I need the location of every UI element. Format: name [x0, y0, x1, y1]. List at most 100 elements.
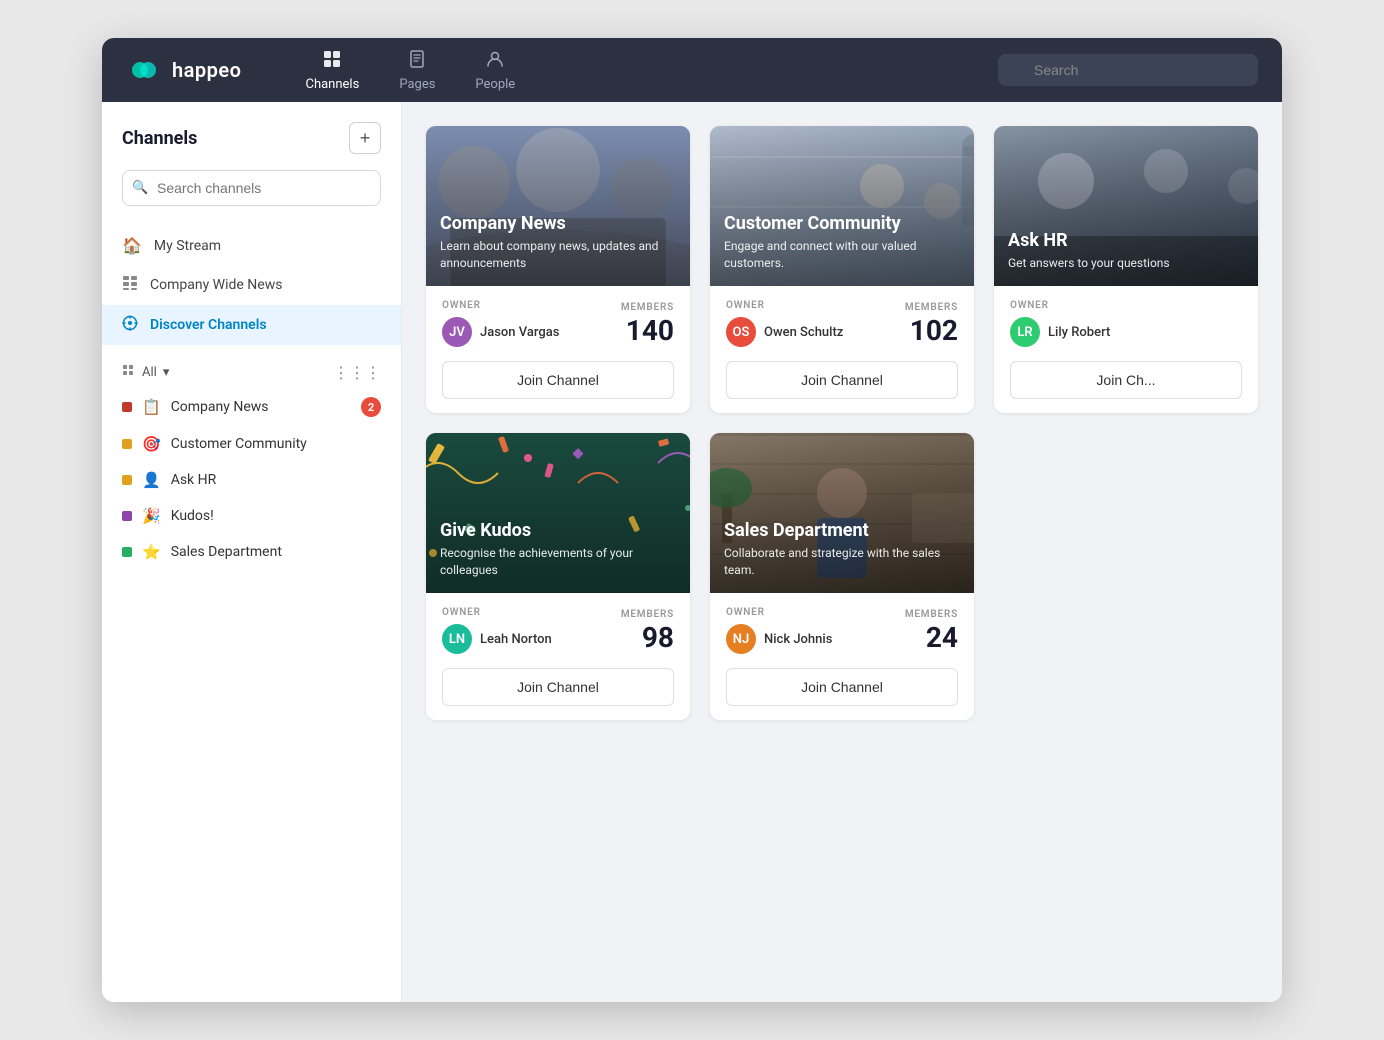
search-input[interactable]	[998, 54, 1258, 86]
channel-item-ask-hr[interactable]: 👤 Ask HR	[102, 462, 401, 498]
nav-item-channels[interactable]: Channels	[289, 41, 375, 100]
join-customer-community-button[interactable]: Join Channel	[726, 361, 958, 399]
dots-menu-icon[interactable]: ⋮⋮⋮	[333, 363, 381, 382]
channel-item-company-news[interactable]: 📋 Company News 2	[102, 388, 401, 426]
sales-image-text: Sales Department Collaborate and strateg…	[710, 506, 974, 593]
kudos-owner-avatar: LN	[442, 624, 472, 654]
channel-item-kudos[interactable]: 🎉 Kudos!	[102, 498, 401, 534]
join-kudos-button[interactable]: Join Channel	[442, 668, 674, 706]
ask-hr-image-text: Ask HR Get answers to your questions	[994, 216, 1258, 286]
sales-members-count: 24	[926, 624, 958, 652]
happeo-logo-icon	[126, 52, 162, 88]
nav-items: Channels Pages	[289, 41, 531, 100]
kudos-footer: OWNER LN Leah Norton MEMBERS 98	[426, 593, 690, 720]
search-wrapper: 🔍	[998, 54, 1258, 86]
company-news-footer: OWNER JV Jason Vargas MEMBERS 140	[426, 286, 690, 413]
customer-community-members-count: 102	[910, 317, 958, 345]
nav-item-pages[interactable]: Pages	[383, 41, 451, 100]
sales-emoji: ⭐	[142, 543, 161, 561]
company-news-label: Company News	[171, 399, 269, 415]
channel-item-sales-dept[interactable]: ⭐ Sales Department	[102, 534, 401, 570]
company-news-owner-info: JV Jason Vargas	[442, 317, 559, 347]
ask-hr-owner-info: LR Lily Robert	[1010, 317, 1110, 347]
customer-community-image-text: Customer Community Engage and connect wi…	[710, 199, 974, 286]
company-news-members-label: MEMBERS	[621, 302, 674, 313]
kudos-dot	[122, 511, 132, 521]
section-header: All ▾ ⋮⋮⋮	[102, 357, 401, 388]
channel-card-company-news[interactable]: Company News Learn about company news, u…	[426, 126, 690, 413]
sales-meta: OWNER NJ Nick Johnis MEMBERS 24	[726, 607, 958, 654]
sidebar-nav-my-stream[interactable]: 🏠 My Stream	[102, 226, 401, 265]
channel-card-ask-hr[interactable]: Ask HR Get answers to your questions OWN…	[994, 126, 1258, 413]
search-channels-container: 🔍	[122, 170, 381, 206]
kudos-owner: OWNER LN Leah Norton	[442, 607, 552, 654]
kudos-members: MEMBERS 98	[621, 609, 674, 652]
add-channel-button[interactable]: +	[349, 122, 381, 154]
company-news-owner: OWNER JV Jason Vargas	[442, 300, 559, 347]
company-news-meta: OWNER JV Jason Vargas MEMBERS 140	[442, 300, 674, 347]
card-image-company-news: Company News Learn about company news, u…	[426, 126, 690, 286]
sidebar: Channels + 🔍 🏠 My Stream	[102, 102, 402, 1002]
nav-item-people[interactable]: People	[459, 41, 531, 100]
sales-footer: OWNER NJ Nick Johnis MEMBERS 24	[710, 593, 974, 720]
channel-item-customer-community[interactable]: 🎯 Customer Community	[102, 426, 401, 462]
channel-card-sales[interactable]: Sales Department Collaborate and strateg…	[710, 433, 974, 720]
app-window: happeo Channels	[102, 38, 1282, 1002]
customer-community-meta: OWNER OS Owen Schultz MEMBERS 102	[726, 300, 958, 347]
sidebar-nav-company-wide[interactable]: Company Wide News	[102, 265, 401, 305]
kudos-image-text: Give Kudos Recognise the achievements of…	[426, 506, 690, 593]
customer-community-card-desc: Engage and connect with our valued custo…	[724, 238, 960, 272]
sidebar-nav-discover[interactable]: Discover Channels	[102, 305, 401, 345]
grid-icon	[122, 275, 138, 295]
kudos-owner-name: Leah Norton	[480, 632, 552, 647]
top-nav: happeo Channels	[102, 38, 1282, 102]
kudos-card-desc: Recognise the achievements of your colle…	[440, 545, 676, 579]
customer-community-owner-avatar: OS	[726, 317, 756, 347]
card-image-ask-hr: Ask HR Get answers to your questions	[994, 126, 1258, 286]
search-channels-wrapper: 🔍	[102, 170, 401, 226]
ask-hr-owner-name: Lily Robert	[1048, 325, 1110, 340]
channels-nav-label: Channels	[305, 77, 359, 92]
join-sales-button[interactable]: Join Channel	[726, 668, 958, 706]
sidebar-title: Channels	[122, 128, 197, 149]
customer-community-owner-label: OWNER	[726, 300, 843, 311]
sales-owner: OWNER NJ Nick Johnis	[726, 607, 832, 654]
ask-hr-card-desc: Get answers to your questions	[1008, 255, 1244, 272]
people-icon	[485, 49, 505, 74]
people-nav-label: People	[475, 77, 515, 92]
join-ask-hr-button[interactable]: Join Ch...	[1010, 361, 1242, 399]
pages-icon	[407, 49, 427, 74]
search-bar-container: 🔍	[998, 54, 1258, 86]
company-news-dot	[122, 402, 132, 412]
company-news-members: MEMBERS 140	[621, 302, 674, 345]
channel-card-customer-community[interactable]: Customer Community Engage and connect wi…	[710, 126, 974, 413]
company-news-owner-avatar: JV	[442, 317, 472, 347]
kudos-meta: OWNER LN Leah Norton MEMBERS 98	[442, 607, 674, 654]
join-company-news-button[interactable]: Join Channel	[442, 361, 674, 399]
filter-dropdown-icon: ▾	[163, 365, 170, 380]
company-news-card-name: Company News	[440, 213, 676, 234]
channel-card-give-kudos[interactable]: Give Kudos Recognise the achievements of…	[426, 433, 690, 720]
company-news-owner-name: Jason Vargas	[480, 325, 559, 340]
kudos-members-label: MEMBERS	[621, 609, 674, 620]
ask-hr-footer: OWNER LR Lily Robert Join Ch...	[994, 286, 1258, 413]
sales-card-desc: Collaborate and strategize with the sale…	[724, 545, 960, 579]
ask-hr-card-name: Ask HR	[1008, 230, 1244, 251]
sidebar-divider	[102, 345, 401, 357]
ask-hr-owner-label: OWNER	[1010, 300, 1110, 311]
discover-icon	[122, 315, 138, 335]
kudos-emoji: 🎉	[142, 507, 161, 525]
sales-members-label: MEMBERS	[905, 609, 958, 620]
customer-community-owner-name: Owen Schultz	[764, 325, 843, 340]
customer-community-owner-info: OS Owen Schultz	[726, 317, 843, 347]
customer-community-dot	[122, 439, 132, 449]
search-channels-input[interactable]	[122, 170, 381, 206]
logo-area: happeo	[126, 52, 241, 88]
filter-icon	[122, 364, 136, 382]
card-image-customer-community: Customer Community Engage and connect wi…	[710, 126, 974, 286]
company-news-card-desc: Learn about company news, updates and an…	[440, 238, 676, 272]
main-layout: Channels + 🔍 🏠 My Stream	[102, 102, 1282, 1002]
filter-all[interactable]: All ▾	[122, 364, 169, 382]
my-stream-label: My Stream	[154, 238, 221, 254]
sales-owner-info: NJ Nick Johnis	[726, 624, 832, 654]
